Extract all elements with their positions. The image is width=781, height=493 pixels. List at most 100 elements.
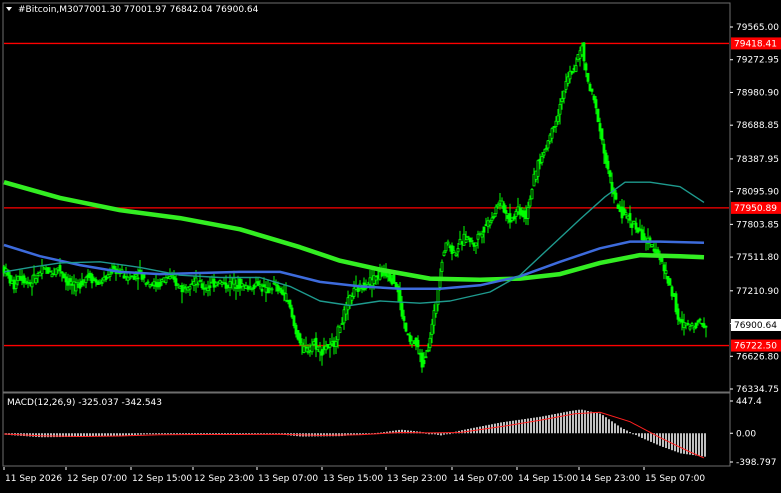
candle-body xyxy=(32,273,36,277)
macd-histogram-bar xyxy=(548,415,550,434)
price-label: 79272.95 xyxy=(736,56,779,66)
candle-body xyxy=(492,215,496,218)
macd-histogram-bar xyxy=(533,417,535,434)
macd-histogram-bar xyxy=(440,433,442,436)
macd-histogram-bar xyxy=(542,416,544,434)
macd-histogram-bar xyxy=(692,433,694,456)
candle-body xyxy=(262,284,266,288)
macd-histogram-bar xyxy=(647,433,649,441)
candle-body xyxy=(24,280,28,283)
macd-histogram-bar xyxy=(173,433,175,435)
candle-body xyxy=(350,296,354,301)
candle-body xyxy=(556,115,560,122)
macd-histogram-bar xyxy=(608,419,610,434)
candle-body xyxy=(320,349,324,356)
candle-body xyxy=(528,198,532,207)
macd-histogram-bar xyxy=(113,433,115,436)
candle-body xyxy=(530,188,534,200)
macd-histogram-bar xyxy=(632,433,634,435)
candle-body xyxy=(660,257,664,262)
level-label: 77950.89 xyxy=(734,204,777,214)
candle-body xyxy=(112,265,116,269)
macd-histogram-bar xyxy=(704,433,706,457)
macd-histogram-bar xyxy=(617,425,619,434)
candle-body xyxy=(158,281,162,287)
candle-body xyxy=(596,108,600,123)
main-chart-frame xyxy=(2,2,731,393)
candle-body xyxy=(40,265,44,274)
candle-body xyxy=(144,282,148,285)
macd-histogram-bar xyxy=(524,418,526,434)
macd-histogram-bar xyxy=(446,433,448,435)
macd-histogram-bar xyxy=(152,433,154,435)
chart-window[interactable]: 79418.41 77950.89 76722.50 447.4 0.00 -398.7… xyxy=(0,0,781,489)
candle-body xyxy=(400,301,404,317)
candle-body xyxy=(698,318,702,321)
macd-histogram-bar xyxy=(116,433,118,436)
macd-histogram-bar xyxy=(635,433,637,436)
macd-histogram-bar xyxy=(164,433,166,435)
macd-histogram-bar xyxy=(605,417,607,434)
macd-histogram-bar xyxy=(638,433,640,437)
macd-histogram-bar xyxy=(518,419,520,434)
macd-histogram-bar xyxy=(176,433,178,435)
candle-body xyxy=(136,277,140,280)
macd-histogram-bar xyxy=(128,433,130,436)
candle-body xyxy=(340,323,344,325)
candle-body xyxy=(544,148,548,151)
macd-histogram-bar xyxy=(170,433,172,435)
macd-title: MACD(12,26,9) -325.037 -342.543 xyxy=(7,398,162,408)
candle-body xyxy=(428,337,432,349)
candle-body xyxy=(594,99,598,109)
candle-body xyxy=(668,278,672,286)
price-label: 78688.85 xyxy=(736,121,779,131)
candle-body xyxy=(310,344,314,353)
macd-histogram-bar xyxy=(587,410,589,434)
time-label: 13 Sep 15:00 xyxy=(323,474,383,484)
candle-body xyxy=(176,283,180,286)
macd-histogram-bar xyxy=(125,433,127,436)
macd-histogram-bar xyxy=(509,421,511,434)
macd-histogram-bar xyxy=(143,433,145,435)
macd-histogram-bar xyxy=(551,414,553,434)
candle-body xyxy=(546,140,550,149)
candle-body xyxy=(48,270,52,273)
macd-axis-label: 447.4 xyxy=(736,397,762,407)
candle-body xyxy=(464,239,468,243)
candle-body xyxy=(384,272,388,277)
candle-body xyxy=(338,327,342,334)
dropdown-arrow-icon[interactable] xyxy=(6,7,12,11)
candle-body xyxy=(456,248,460,253)
macd-histogram-bar xyxy=(158,433,160,435)
macd-histogram-bar xyxy=(38,433,40,438)
candle-body xyxy=(452,250,456,253)
macd-histogram-bar xyxy=(695,433,697,456)
candle-body xyxy=(582,42,586,62)
time-label: 13 Sep 07:00 xyxy=(258,474,318,484)
candle-body xyxy=(328,344,332,348)
macd-histogram-bar xyxy=(443,433,445,435)
candle-body xyxy=(676,308,680,320)
macd-axis-label: -398.797 xyxy=(736,458,776,468)
candle-body xyxy=(586,72,590,82)
candle-body xyxy=(402,316,406,321)
macd-histogram-bar xyxy=(437,433,439,435)
candle-body xyxy=(440,261,444,272)
macd-histogram-bar xyxy=(614,423,616,434)
candle-body xyxy=(474,242,478,247)
candle-body xyxy=(482,226,486,233)
candle-body xyxy=(454,253,458,257)
candle-body xyxy=(690,323,694,327)
macd-histogram-bar xyxy=(494,423,496,434)
candle-body xyxy=(550,128,554,139)
macd-histogram-bar xyxy=(626,430,628,434)
candle-body xyxy=(426,349,430,352)
macd-histogram-bar xyxy=(506,421,508,434)
candle-body xyxy=(272,282,276,285)
price-label: 78387.95 xyxy=(736,155,779,165)
candle-body xyxy=(614,192,618,200)
candle-body xyxy=(554,120,558,127)
macd-histogram-bar xyxy=(515,420,517,434)
candle-body xyxy=(542,152,546,156)
candle-body xyxy=(94,279,98,283)
